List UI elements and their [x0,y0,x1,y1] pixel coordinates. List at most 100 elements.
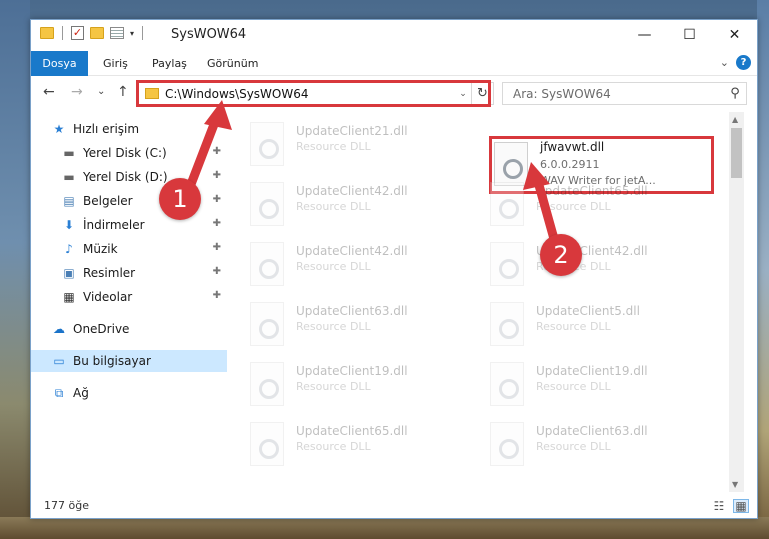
address-bar[interactable]: C:\Windows\SysWOW64 ⌄ ↻ [138,82,494,105]
pin-icon[interactable]: ✚ [213,146,221,157]
sidebar-item-label: Hızlı erişim [73,122,140,136]
drive-icon: ▬ [63,170,75,184]
file-description: Resource DLL [296,140,371,153]
dll-file-icon [250,302,284,346]
customize-toolbar-dropdown-icon[interactable]: ▾ [130,29,134,38]
file-description: Resource DLL [536,320,611,333]
computer-icon: ▭ [53,354,65,368]
desktop-background-right [757,0,769,539]
view-options-icon[interactable] [110,27,124,39]
minimize-button[interactable]: — [622,20,667,50]
tab-share[interactable]: Paylaş [152,51,187,76]
refresh-button[interactable]: ↻ [471,83,493,104]
scroll-down-arrow-icon[interactable]: ▼ [732,480,738,489]
file-item[interactable]: UpdateClient42.dll Resource DLL [238,178,468,234]
file-item[interactable]: UpdateClient65.dll Resource DLL [478,178,708,234]
ribbon-tabs: Dosya Giriş Paylaş Görünüm ⌄ ? [31,51,757,76]
address-path[interactable]: C:\Windows\SysWOW64 [165,87,455,101]
tab-file[interactable]: Dosya [31,51,88,76]
step-2-badge: 2 [540,234,582,276]
file-item[interactable]: UpdateClient63.dll Resource DLL [478,418,708,474]
file-name: UpdateClient65.dll [536,184,648,198]
back-button[interactable]: ← [43,84,55,100]
star-icon: ★ [53,122,65,136]
file-description: Resource DLL [296,320,371,333]
file-item[interactable]: UpdateClient63.dll Resource DLL [238,298,468,354]
sidebar-item-music[interactable]: ♪ Müzik ✚ [31,238,227,260]
item-count: 177 öğe [44,499,89,512]
help-icon[interactable]: ? [736,55,751,70]
navigation-bar: ← → ⌄ ↑ C:\Windows\SysWOW64 ⌄ ↻ Ara: Sys… [31,77,757,110]
sidebar-item-label: Videolar [83,290,133,304]
quick-access-toolbar: ✓ ▾ [40,26,145,40]
search-box[interactable]: Ara: SysWOW64 ⚲ [502,82,747,105]
window-title: SysWOW64 [171,27,247,42]
maximize-button[interactable]: ☐ [667,20,712,50]
recent-locations-dropdown[interactable]: ⌄ [97,86,105,97]
pin-icon[interactable]: ✚ [213,218,221,229]
close-button[interactable]: ✕ [712,20,757,50]
file-name: UpdateClient63.dll [536,424,648,438]
file-description: Resource DLL [296,380,371,393]
new-folder-icon[interactable] [90,27,104,39]
expand-ribbon-icon[interactable]: ⌄ [720,56,729,69]
details-view-icon[interactable]: ☷ [711,499,727,513]
dll-file-icon [490,362,524,406]
dll-file-icon [250,182,284,226]
pin-icon[interactable]: ✚ [213,242,221,253]
file-description: Resource DLL [536,380,611,393]
vertical-scrollbar[interactable]: ▲ ▼ [729,112,744,492]
address-dropdown-icon[interactable]: ⌄ [455,89,471,99]
pin-icon[interactable]: ✚ [213,266,221,277]
sidebar-item-local-disk-c[interactable]: ▬ Yerel Disk (C:) ✚ [31,142,227,164]
sidebar-item-network[interactable]: ⧉ Ağ [31,382,227,404]
file-name: UpdateClient19.dll [296,364,408,378]
tiles-view-icon[interactable]: ▦ [733,499,749,513]
sidebar-item-label: OneDrive [73,322,130,336]
sidebar-item-onedrive[interactable]: ☁ OneDrive [31,318,227,340]
file-item[interactable]: UpdateClient42.dll Resource DLL [478,238,708,294]
folder-icon [145,88,159,99]
file-description: Resource DLL [296,440,371,453]
sidebar-item-downloads[interactable]: ⬇ İndirmeler ✚ [31,214,227,236]
file-description: Resource DLL [296,260,371,273]
search-placeholder[interactable]: Ara: SysWOW64 [503,87,724,101]
sidebar-item-label: İndirmeler [83,218,145,232]
dll-file-icon [490,182,524,226]
sidebar-item-pictures[interactable]: ▣ Resimler ✚ [31,262,227,284]
sidebar-item-quick-access[interactable]: ★ Hızlı erişim [31,118,227,140]
sidebar-item-this-pc[interactable]: ▭ Bu bilgisayar [31,350,227,372]
file-version: 6.0.0.2911 [540,158,600,171]
properties-check-icon[interactable]: ✓ [71,26,84,40]
sidebar-item-local-disk-d[interactable]: ▬ Yerel Disk (D:) ✚ [31,166,227,188]
file-item[interactable]: UpdateClient19.dll Resource DLL [238,358,468,414]
file-name: UpdateClient63.dll [296,304,408,318]
toolbar-separator [62,26,63,40]
folder-icon [40,27,54,39]
tab-home[interactable]: Giriş [103,51,128,76]
scroll-up-arrow-icon[interactable]: ▲ [732,115,738,124]
desktop-background-bottom [0,517,769,539]
file-item[interactable]: UpdateClient42.dll Resource DLL [238,238,468,294]
file-item[interactable]: UpdateClient65.dll Resource DLL [238,418,468,474]
step-1-badge: 1 [159,178,201,220]
file-name: UpdateClient21.dll [296,124,408,138]
scrollbar-thumb[interactable] [731,128,742,178]
pin-icon[interactable]: ✚ [213,170,221,181]
file-item[interactable]: UpdateClient5.dll Resource DLL [478,298,708,354]
file-item[interactable]: UpdateClient21.dll Resource DLL [238,118,468,174]
forward-button[interactable]: → [71,84,83,100]
view-switcher: ☷ ▦ [711,499,749,513]
file-item[interactable]: UpdateClient19.dll Resource DLL [478,358,708,414]
tab-view[interactable]: Görünüm [207,51,258,76]
file-explorer-window: ✓ ▾ SysWOW64 — ☐ ✕ Dosya Giriş Paylaş Gö… [30,19,758,519]
dll-file-icon [490,302,524,346]
pictures-icon: ▣ [63,266,75,280]
search-icon[interactable]: ⚲ [724,86,746,101]
pin-icon[interactable]: ✚ [213,194,221,205]
title-bar[interactable]: ✓ ▾ SysWOW64 — ☐ ✕ [31,20,757,51]
sidebar-item-videos[interactable]: ▦ Videolar ✚ [31,286,227,308]
pin-icon[interactable]: ✚ [213,290,221,301]
music-icon: ♪ [65,242,73,256]
up-button[interactable]: ↑ [117,84,129,100]
